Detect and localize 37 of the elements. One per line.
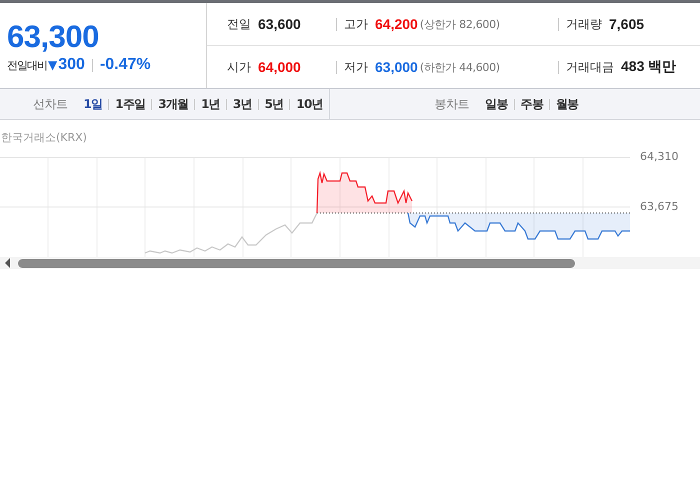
- stat-value: 7,605: [609, 16, 644, 32]
- stat-label: 시가: [227, 58, 251, 76]
- stat-label: 저가: [344, 58, 368, 76]
- stat-value: 483 백만: [621, 58, 676, 76]
- tab-group-label: 선차트: [33, 96, 68, 112]
- stat-value: 63,600: [258, 16, 301, 32]
- period-tab[interactable]: 5년: [258, 96, 290, 112]
- period-tab[interactable]: 1년: [195, 96, 226, 112]
- down-triangle-icon: ▼: [48, 58, 58, 72]
- stat-value: 64,000: [258, 59, 301, 75]
- axis-label: 64,310: [640, 150, 678, 163]
- scrollbar[interactable]: [0, 257, 700, 269]
- stat-value: 63,000: [375, 59, 418, 75]
- stat-value: 64,200: [375, 16, 418, 32]
- period-tab[interactable]: 3개월: [152, 96, 194, 112]
- scroll-thumb[interactable]: [18, 258, 575, 268]
- price-limit-note: (하한가 44,600): [420, 60, 500, 74]
- change-percent: -0.47%: [100, 56, 151, 74]
- period-tab[interactable]: 월봉: [550, 96, 584, 112]
- period-tab[interactable]: 10년: [290, 96, 329, 112]
- axis-label: 63,675: [640, 200, 678, 213]
- scroll-left-icon[interactable]: [4, 258, 12, 268]
- stat-label: 고가: [344, 16, 368, 32]
- tab-group-label: 봉차트: [434, 96, 470, 112]
- stat-label: 전일: [227, 16, 251, 32]
- period-tab[interactable]: 1주일: [109, 96, 152, 112]
- stat-label: 거래대금: [566, 58, 614, 76]
- current-price: 63,300: [7, 19, 100, 55]
- price-limit-note: (상한가 82,600): [420, 16, 500, 32]
- period-tab[interactable]: 일봉: [479, 96, 514, 112]
- exchange-label: 한국거래소(KRX): [0, 130, 88, 146]
- period-tab[interactable]: 3년: [226, 96, 258, 112]
- period-tab[interactable]: 주봉: [514, 96, 550, 112]
- change-label: 전일대비: [7, 58, 47, 72]
- price-change: 300: [58, 56, 85, 74]
- stat-label: 거래량: [566, 16, 602, 32]
- period-tab[interactable]: 1일: [78, 96, 108, 112]
